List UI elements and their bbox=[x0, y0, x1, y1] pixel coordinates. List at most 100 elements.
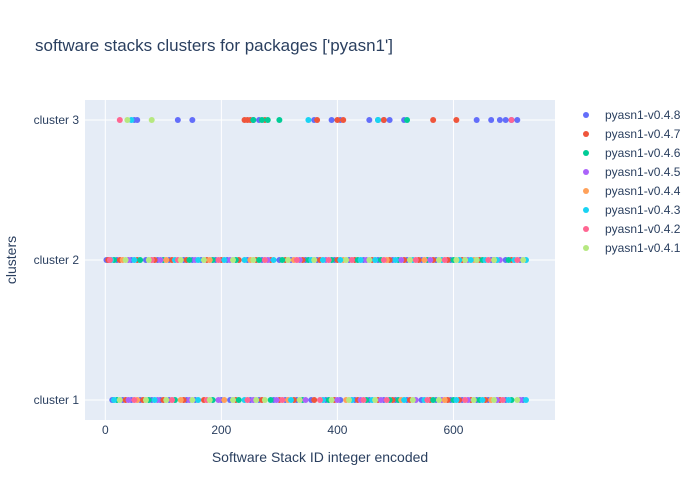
data-point[interactable] bbox=[131, 397, 138, 403]
data-point[interactable] bbox=[116, 397, 123, 403]
data-point[interactable] bbox=[305, 117, 312, 123]
data-point[interactable] bbox=[505, 397, 512, 403]
data-point[interactable] bbox=[467, 257, 474, 263]
data-point[interactable] bbox=[276, 117, 283, 123]
data-point[interactable] bbox=[258, 117, 265, 123]
data-point[interactable] bbox=[134, 117, 141, 123]
data-point[interactable] bbox=[106, 257, 113, 263]
data-point[interactable] bbox=[522, 397, 529, 403]
data-point[interactable] bbox=[427, 257, 434, 263]
data-point[interactable] bbox=[392, 257, 399, 263]
data-point[interactable] bbox=[145, 257, 152, 263]
data-point[interactable] bbox=[195, 257, 202, 263]
data-point[interactable] bbox=[514, 397, 521, 403]
data-point[interactable] bbox=[453, 117, 460, 123]
data-point[interactable] bbox=[200, 257, 207, 263]
data-point[interactable] bbox=[293, 257, 300, 263]
data-point[interactable] bbox=[366, 117, 373, 123]
data-point[interactable] bbox=[462, 257, 469, 263]
data-point[interactable] bbox=[157, 257, 164, 263]
data-point[interactable] bbox=[462, 397, 469, 403]
legend-item[interactable]: pyasn1-v0.4.1 bbox=[583, 241, 681, 255]
data-point[interactable] bbox=[375, 117, 382, 123]
data-point[interactable] bbox=[406, 257, 413, 263]
data-point[interactable] bbox=[142, 397, 149, 403]
data-point[interactable] bbox=[163, 397, 170, 403]
data-point[interactable] bbox=[319, 257, 326, 263]
data-point[interactable] bbox=[357, 257, 364, 263]
data-point[interactable] bbox=[250, 117, 257, 123]
data-point[interactable] bbox=[221, 257, 228, 263]
data-point[interactable] bbox=[491, 397, 498, 403]
legend[interactable]: pyasn1-v0.4.8 pyasn1-v0.4.7 pyasn1-v0.4.6 p… bbox=[583, 108, 681, 255]
data-point[interactable] bbox=[386, 117, 393, 123]
data-point[interactable] bbox=[473, 117, 480, 123]
data-point[interactable] bbox=[398, 257, 405, 263]
data-point[interactable] bbox=[285, 257, 292, 263]
data-point[interactable] bbox=[287, 397, 294, 403]
data-point[interactable] bbox=[317, 397, 323, 403]
data-point[interactable] bbox=[383, 397, 390, 403]
data-point[interactable] bbox=[206, 257, 213, 263]
data-point[interactable] bbox=[256, 257, 263, 263]
data-point[interactable] bbox=[430, 117, 437, 123]
data-point[interactable] bbox=[302, 397, 309, 403]
data-point[interactable] bbox=[163, 257, 170, 263]
data-point[interactable] bbox=[189, 117, 196, 123]
data-point[interactable] bbox=[296, 397, 303, 403]
data-point[interactable] bbox=[253, 397, 260, 403]
data-point[interactable] bbox=[241, 257, 248, 263]
data-point[interactable] bbox=[473, 257, 480, 263]
data-point[interactable] bbox=[311, 257, 318, 263]
data-point[interactable] bbox=[215, 257, 222, 263]
data-point[interactable] bbox=[372, 257, 379, 263]
data-point[interactable] bbox=[264, 117, 271, 123]
data-point[interactable] bbox=[314, 117, 321, 123]
data-point[interactable] bbox=[148, 117, 155, 123]
data-point[interactable] bbox=[325, 257, 332, 263]
data-point[interactable] bbox=[380, 117, 387, 123]
legend-item[interactable]: pyasn1-v0.4.6 bbox=[583, 146, 681, 160]
legend-item[interactable]: pyasn1-v0.4.5 bbox=[583, 165, 681, 179]
data-point[interactable] bbox=[177, 397, 184, 403]
data-point[interactable] bbox=[111, 397, 118, 403]
data-point[interactable] bbox=[328, 117, 335, 123]
data-point[interactable] bbox=[441, 257, 448, 263]
data-point[interactable] bbox=[470, 397, 477, 403]
data-point[interactable] bbox=[491, 257, 498, 263]
data-point[interactable] bbox=[514, 117, 521, 123]
data-point[interactable] bbox=[186, 257, 193, 263]
data-point[interactable] bbox=[372, 397, 379, 403]
data-point[interactable] bbox=[229, 257, 236, 263]
data-point[interactable] bbox=[261, 397, 268, 403]
data-point[interactable] bbox=[380, 257, 387, 263]
data-point[interactable] bbox=[435, 257, 442, 263]
data-point[interactable] bbox=[189, 397, 196, 403]
data-point[interactable] bbox=[151, 397, 158, 403]
data-point[interactable] bbox=[453, 257, 460, 263]
data-point[interactable] bbox=[244, 397, 251, 403]
data-point[interactable] bbox=[499, 397, 506, 403]
data-point[interactable] bbox=[125, 397, 132, 403]
data-point[interactable] bbox=[377, 397, 384, 403]
data-point[interactable] bbox=[270, 257, 277, 263]
data-point[interactable] bbox=[505, 257, 512, 263]
data-point[interactable] bbox=[137, 257, 144, 263]
data-point[interactable] bbox=[195, 397, 202, 403]
data-point[interactable] bbox=[229, 397, 236, 403]
data-point[interactable] bbox=[279, 397, 286, 403]
data-point[interactable] bbox=[435, 397, 442, 403]
data-point[interactable] bbox=[250, 257, 257, 263]
legend-item[interactable]: pyasn1-v0.4.4 bbox=[583, 184, 681, 198]
data-point[interactable] bbox=[360, 397, 367, 403]
data-point[interactable] bbox=[514, 257, 521, 263]
data-point[interactable] bbox=[409, 397, 416, 403]
data-point[interactable] bbox=[453, 397, 460, 403]
data-point[interactable] bbox=[337, 257, 344, 263]
legend-item[interactable]: pyasn1-v0.4.7 bbox=[583, 127, 681, 141]
data-point[interactable] bbox=[174, 117, 181, 123]
data-point[interactable] bbox=[116, 117, 123, 123]
data-point[interactable] bbox=[215, 397, 222, 403]
data-point[interactable] bbox=[404, 117, 411, 123]
data-point[interactable] bbox=[343, 257, 350, 263]
